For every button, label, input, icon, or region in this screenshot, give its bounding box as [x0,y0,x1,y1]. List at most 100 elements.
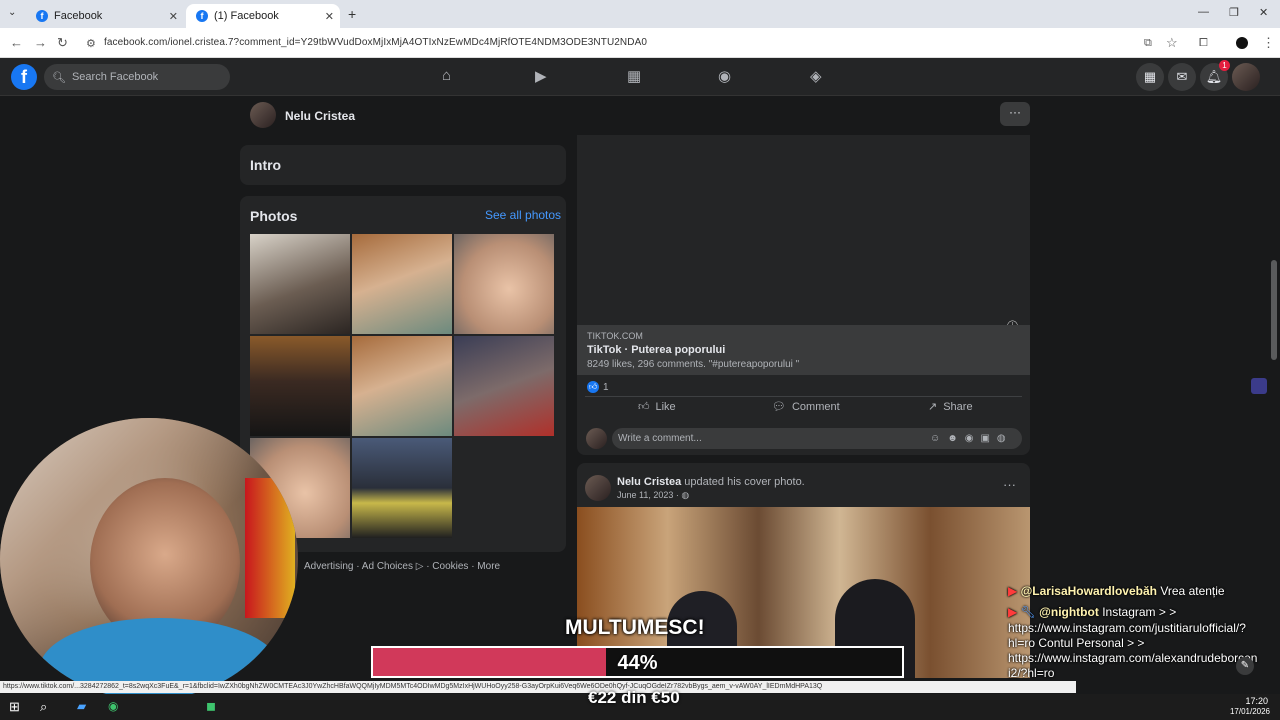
comment-placeholder: Write a comment... [618,433,702,444]
divider [585,396,1022,397]
address-bar: ← → ↻ ⚙ facebook.com/ionel.cristea.7?com… [0,28,1280,58]
messenger-icon[interactable]: ✉ [1168,63,1196,91]
search-placeholder: Search Facebook [71,71,159,83]
account-avatar[interactable] [1232,63,1260,91]
close-tab-icon[interactable]: ✕ [325,10,334,23]
link-preview[interactable]: TIKTOK.COM TikTok · Puterea poporului 82… [577,325,1030,375]
author-avatar[interactable] [585,475,611,501]
chrome-icon[interactable]: ◉ [108,699,118,713]
embedded-video[interactable] [577,135,1030,325]
page-scrollbar[interactable] [1271,260,1277,360]
flag-backdrop [245,478,295,618]
share-label: Share [943,400,973,413]
tab-1[interactable]: f Facebook ✕ [26,4,184,28]
photo-thumbnail[interactable] [352,438,452,538]
windows-taskbar: ⊞ ⌕ ▰ ◉ ◼ €22 din €50 17:20 17/01/2026 [0,688,1280,720]
gaming-icon[interactable]: ◈ [810,67,822,85]
extensions-icon[interactable]: ⧠ [1199,37,1208,50]
public-globe-icon: ◍ [681,490,690,500]
facebook-favicon-icon: f [36,10,48,22]
close-window-button[interactable]: ✕ [1259,6,1268,19]
chat-user: @nightbot [1039,605,1099,619]
chat-line: ▶ @LarisaHowardlovebăh Vrea atenție [1008,584,1225,598]
post-header: Nelu Cristea updated his cover photo. [617,476,805,488]
app-icon[interactable]: ◼ [206,699,216,713]
donation-progress-bar: 44% [371,646,904,678]
youtube-icon: ▶ [1008,605,1018,619]
photo-thumbnail[interactable] [454,336,554,436]
compose-icon[interactable]: ✎ [1236,657,1254,675]
facebook-logo-icon[interactable]: f [11,64,37,90]
share-button[interactable]: ↗ Share [928,400,973,414]
windows-start-icon[interactable]: ⊞ [9,699,20,715]
photo-thumbnail[interactable] [352,336,452,436]
close-tab-icon[interactable]: ✕ [169,10,178,23]
link-title: TikTok · Puterea poporului [587,344,726,356]
forward-icon[interactable]: → [34,35,47,50]
comment-button[interactable]: 💬︎ Comment [772,400,840,414]
photo-thumbnail[interactable] [250,234,350,334]
comment-label: Comment [791,400,840,413]
thanks-text: MULTUMESC! [565,616,705,639]
wrench-icon: 🔧︎ [1020,605,1036,619]
menu-grid-icon[interactable]: ▦ [1136,63,1164,91]
video-icon[interactable]: ▶ [535,67,547,85]
chat-text: https://www.instagram.com/alexandrudebor… [1008,651,1258,665]
youtube-icon: ▶ [1008,584,1018,598]
status-url: https://www.tiktok.com/...3284272862_t=8… [0,681,1076,693]
profile-icon[interactable] [1236,37,1248,49]
post-action: updated his cover photo. [684,476,805,488]
intro-title: Intro [250,157,282,173]
see-all-photos-link[interactable]: See all photos [485,208,561,222]
site-info-icon[interactable]: ⚙ [86,37,96,50]
progress-percent: 44% [617,652,658,674]
chat-text: Instagram > > [1102,605,1177,619]
side-widget-icon[interactable] [1251,378,1267,394]
chat-line: ▶ 🔧︎ @nightbot Instagram > > [1008,605,1176,619]
chat-user: @LarisaHowardlovebăh [1020,584,1157,598]
tab-title: Facebook [54,10,103,22]
profile-avatar[interactable] [250,102,276,128]
author-name[interactable]: Nelu Cristea [617,476,681,488]
tab-2[interactable]: f (1) Facebook ✕ [186,4,340,28]
intro-card: Intro [240,145,566,185]
back-icon[interactable]: ← [10,35,23,50]
taskbar-search-icon[interactable]: ⌕ [40,699,47,715]
notification-badge: 1 [1219,60,1230,71]
like-label: Like [655,400,676,413]
new-tab-button[interactable]: + [348,6,356,22]
groups-icon[interactable]: ◉ [718,67,731,85]
like-button[interactable]: 👍︎ Like [638,400,676,414]
bookmark-star-icon[interactable]: ☆ [1166,35,1178,51]
chat-text: i2/?hl=ro [1008,666,1055,680]
post-options-icon[interactable]: ··· [1003,477,1016,492]
link-source: TIKTOK.COM [587,331,643,341]
url-field[interactable]: facebook.com/ionel.cristea.7?comment_id=… [104,37,647,48]
file-explorer-icon[interactable]: ▰ [77,699,86,713]
webcam-overlay [0,418,298,700]
footer-links[interactable]: Advertising · Ad Choices ▷ · Cookies · M… [304,561,500,572]
minimize-button[interactable]: — [1198,6,1209,18]
chat-text: hl=ro Contul Personal > > [1008,636,1145,650]
post-date[interactable]: June 11, 2023 · ◍ [617,490,689,501]
comment-tools-icon[interactable]: ☺☻◉▣◍ [930,428,1013,449]
search-input[interactable]: 🔍︎ Search Facebook [44,64,230,90]
facebook-top-nav: f 🔍︎ Search Facebook ⌂ ▶ ▦ ◉ ◈ ▦ ✉ 🔔︎ [0,58,1280,96]
menu-dots-icon[interactable]: ⋮ [1262,35,1275,51]
tab-search-icon[interactable]: ⌄ [8,7,16,18]
install-app-icon[interactable]: ⧉ [1144,37,1152,50]
reload-icon[interactable]: ↻ [57,35,68,51]
comment-input[interactable]: Write a comment... ☺☻◉▣◍ [612,428,1022,449]
browser-tab-bar: ⌄ f Facebook ✕ f (1) Facebook ✕ + — ❐ ✕ [0,0,1280,28]
profile-name[interactable]: Nelu Cristea [285,109,355,123]
like-reaction-icon: 👍︎ [587,381,599,393]
reaction-count[interactable]: 1 [603,382,609,393]
restore-button[interactable]: ❐ [1229,6,1239,19]
like-icon: 👍︎ [638,401,650,413]
photo-thumbnail[interactable] [454,234,554,334]
search-icon: 🔍︎ [52,71,66,84]
profile-more-button[interactable]: ··· [1000,102,1030,126]
home-icon[interactable]: ⌂ [442,67,451,84]
photo-thumbnail[interactable] [352,234,452,334]
marketplace-icon[interactable]: ▦ [627,67,641,85]
